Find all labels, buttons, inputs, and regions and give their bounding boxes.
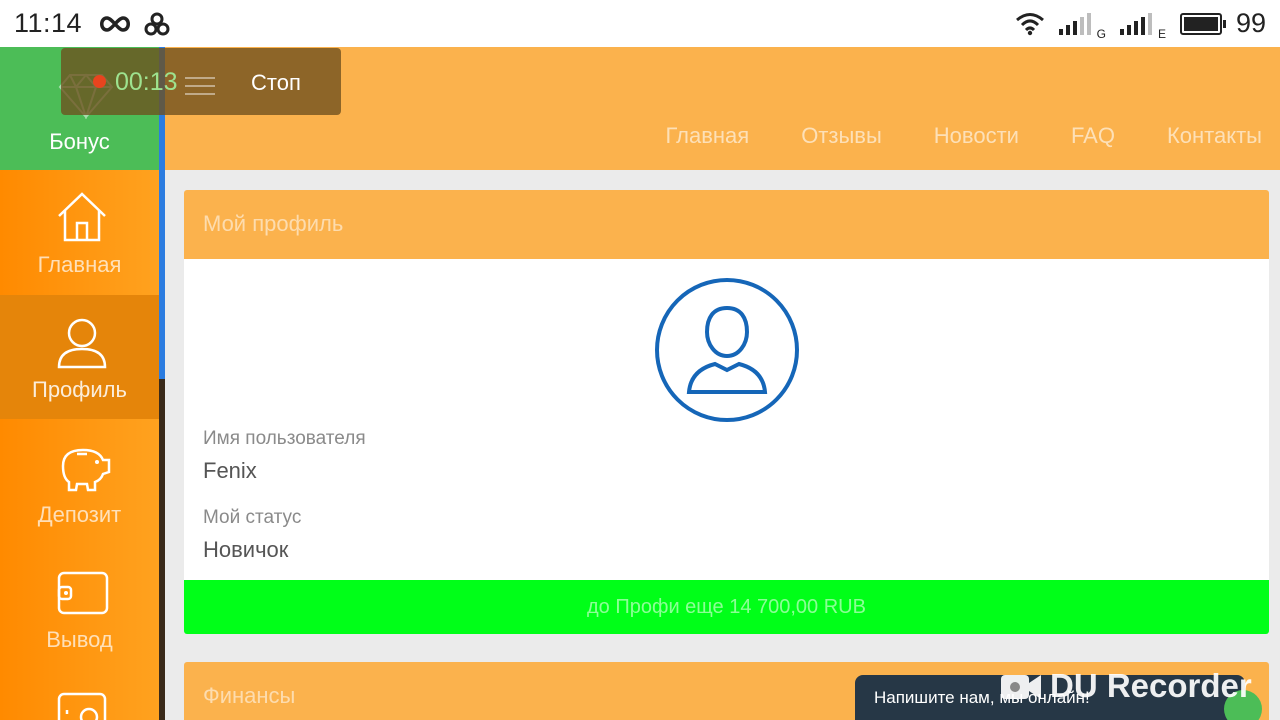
status-time: 11:14 [14,8,83,38]
sidebar-item-label: Главная [37,252,122,277]
nav-link-reviews[interactable]: Отзывы [801,123,882,149]
sidebar-item-home[interactable]: Главная [0,170,159,294]
app-screen: 11:14 G E 99 Бонус Главная Профиль Депоз… [0,0,1280,720]
nav-link-news[interactable]: Новости [934,123,1019,149]
wifi-icon [1015,12,1044,35]
piggy-bank-icon [61,448,111,492]
status-value: Новичок [203,537,289,562]
profile-card: Мой профиль Имя пользователя Fenix Мой с… [184,190,1269,634]
network-type-label: G [1096,27,1106,41]
nav-link-faq[interactable]: FAQ [1071,123,1115,149]
recorder-watermark: DU Recorder [1000,664,1252,708]
recording-timer: 00:13 [115,68,178,96]
username-value: Fenix [203,458,257,483]
sidebar-item-label: Депозит [37,502,122,527]
user-icon [57,318,107,369]
safe-icon [57,692,107,720]
sidebar-item-profile[interactable]: Профиль [0,295,159,419]
sidebar: Бонус Главная Профиль Депозит Вывод [0,47,159,720]
username-label: Имя пользователя [203,428,366,449]
avatar [655,278,799,422]
sidebar-item-label: Профиль [32,377,127,402]
record-indicator-icon [93,75,106,88]
sidebar-item-withdraw[interactable]: Вывод [0,545,159,669]
watermark-text: DU Recorder [1050,667,1252,704]
sidebar-item-label: Бонус [49,129,110,154]
sidebar-item-more[interactable] [0,670,159,720]
home-icon [58,192,106,242]
status-label: Мой статус [203,507,302,528]
network-type-label: E [1157,27,1166,41]
menu-icon[interactable] [183,70,217,100]
status-bar: 11:14 G E 99 [0,0,1280,47]
signal-icon [1058,12,1091,35]
wallet-icon [57,571,109,615]
recorder-controls: 00:13 Стоп [61,48,341,115]
nav-links: Главная Отзывы Новости FAQ Контакты [665,123,1262,149]
sidebar-item-deposit[interactable]: Депозит [0,420,159,544]
nav-link-home[interactable]: Главная [665,123,749,149]
infinity-icon [100,15,131,32]
camera-icon [1001,675,1041,699]
battery-icon [1179,12,1226,35]
profile-card-body: Имя пользователя Fenix Мой статус Новичо… [184,259,1269,634]
battery-percent: 99 [1235,8,1266,38]
card-title: Мой профиль [184,190,1269,259]
user-avatar-icon [686,305,768,394]
status-progress-bar: до Профи еще 14 700,00 RUB [184,580,1269,634]
nav-link-contacts[interactable]: Контакты [1167,123,1262,149]
sidebar-item-label: Вывод [46,627,113,652]
fan-icon [144,12,170,35]
stop-recording-button[interactable]: Стоп [251,70,301,96]
signal-icon [1119,12,1152,35]
